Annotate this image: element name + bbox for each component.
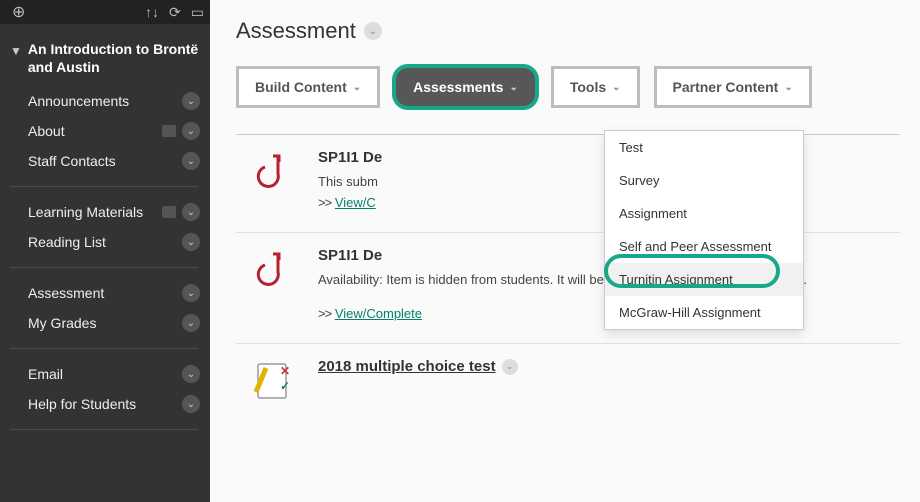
course-title: An Introduction to Brontë and Austin xyxy=(28,40,200,76)
view-complete-link[interactable]: View/C xyxy=(335,195,376,210)
sidebar-item-assessment[interactable]: Assessment ⌄ xyxy=(28,278,210,308)
partner-content-button[interactable]: Partner Content⌄ xyxy=(654,66,812,108)
main: Assessment ⌄ Build Content⌄ Assessments⌄… xyxy=(210,0,920,502)
dropdown-item-turnitin[interactable]: Turnitin Assignment xyxy=(605,263,803,296)
chevron-down-icon[interactable]: ⌄ xyxy=(182,203,200,221)
dropdown-item-mcgraw[interactable]: McGraw-Hill Assignment xyxy=(605,296,803,329)
page-title-row: Assessment ⌄ xyxy=(236,18,900,44)
chevron-down-icon[interactable]: ⌄ xyxy=(182,314,200,332)
item-title[interactable]: SP1I1 De xyxy=(318,149,382,166)
chevron-down-icon[interactable]: ⌄ xyxy=(182,122,200,140)
sidebar-item-reading-list[interactable]: Reading List ⌄ xyxy=(28,227,210,257)
nav-group-4: Email ⌄ Help for Students ⌄ xyxy=(10,359,210,419)
svg-text:✕: ✕ xyxy=(280,364,290,378)
nav-group-1: Announcements ⌄ About ⌄ Staff Contacts ⌄ xyxy=(10,86,210,176)
chevron-down-icon: ⌄ xyxy=(353,82,361,93)
sidebar-item-announcements[interactable]: Announcements ⌄ xyxy=(28,86,210,116)
sidebar-item-help-for-students[interactable]: Help for Students ⌄ xyxy=(28,389,210,419)
nav-separator xyxy=(10,429,198,430)
content-item: ✕ ✓ 2018 multiple choice test ⌄ xyxy=(236,343,900,422)
module-badge-icon xyxy=(162,206,176,218)
chevron-down-icon: ⌄ xyxy=(612,82,620,93)
svg-text:✓: ✓ xyxy=(280,379,290,393)
chevron-down-icon[interactable]: ⌄ xyxy=(182,152,200,170)
chevron-down-icon[interactable]: ⌄ xyxy=(502,359,518,375)
sort-icon[interactable]: ↑↓ xyxy=(145,4,159,20)
turnitin-icon xyxy=(250,149,296,195)
chevron-down-icon: ⌄ xyxy=(509,82,517,93)
chevron-down-icon: ⌄ xyxy=(784,82,792,93)
sidebar-item-about[interactable]: About ⌄ xyxy=(28,116,210,146)
dropdown-item-survey[interactable]: Survey xyxy=(605,164,803,197)
folder-icon[interactable]: ▭ xyxy=(191,4,204,21)
chevron-down-icon[interactable]: ⌄ xyxy=(182,284,200,302)
assessments-button[interactable]: Assessments⌄ xyxy=(394,66,537,108)
item-title[interactable]: 2018 multiple choice test xyxy=(318,358,496,375)
sidebar-item-email[interactable]: Email ⌄ xyxy=(28,359,210,389)
dropdown-item-assignment[interactable]: Assignment xyxy=(605,197,803,230)
nav-separator xyxy=(10,267,198,268)
course-title-row[interactable]: ▼ An Introduction to Brontë and Austin xyxy=(10,36,210,86)
dropdown-item-test[interactable]: Test xyxy=(605,131,803,164)
sidebar-item-my-grades[interactable]: My Grades ⌄ xyxy=(28,308,210,338)
chevron-down-icon[interactable]: ⌄ xyxy=(182,92,200,110)
nav-group-2: Learning Materials ⌄ Reading List ⌄ xyxy=(10,197,210,257)
chevron-down-icon[interactable]: ⌄ xyxy=(182,233,200,251)
view-complete-link[interactable]: View/Complete xyxy=(335,306,422,321)
caret-down-icon: ▼ xyxy=(10,44,22,58)
sidebar: ⊕ ↑↓ ⟳ ▭ ▼ An Introduction to Brontë and… xyxy=(0,0,210,502)
nav-separator xyxy=(10,186,198,187)
test-icon: ✕ ✓ xyxy=(250,358,296,404)
chevron-down-icon[interactable]: ⌄ xyxy=(182,395,200,413)
sidebar-item-staff-contacts[interactable]: Staff Contacts ⌄ xyxy=(28,146,210,176)
module-badge-icon xyxy=(162,125,176,137)
sidebar-toolbar: ⊕ ↑↓ ⟳ ▭ xyxy=(0,0,210,24)
assessments-dropdown: Test Survey Assignment Self and Peer Ass… xyxy=(604,130,804,330)
chevron-down-icon[interactable]: ⌄ xyxy=(182,365,200,383)
page-title: Assessment xyxy=(236,18,356,44)
chevron-down-icon[interactable]: ⌄ xyxy=(364,22,382,40)
turnitin-icon xyxy=(250,247,296,293)
refresh-icon[interactable]: ⟳ xyxy=(169,4,181,21)
add-icon[interactable]: ⊕ xyxy=(6,2,25,22)
sidebar-item-learning-materials[interactable]: Learning Materials ⌄ xyxy=(28,197,210,227)
build-content-button[interactable]: Build Content⌄ xyxy=(236,66,380,108)
nav-group-3: Assessment ⌄ My Grades ⌄ xyxy=(10,278,210,338)
nav-separator xyxy=(10,348,198,349)
toolbar: Build Content⌄ Assessments⌄ Tools⌄ Partn… xyxy=(236,66,900,108)
item-title[interactable]: SP1I1 De xyxy=(318,247,382,264)
tools-button[interactable]: Tools⌄ xyxy=(551,66,640,108)
dropdown-item-self-peer[interactable]: Self and Peer Assessment xyxy=(605,230,803,263)
